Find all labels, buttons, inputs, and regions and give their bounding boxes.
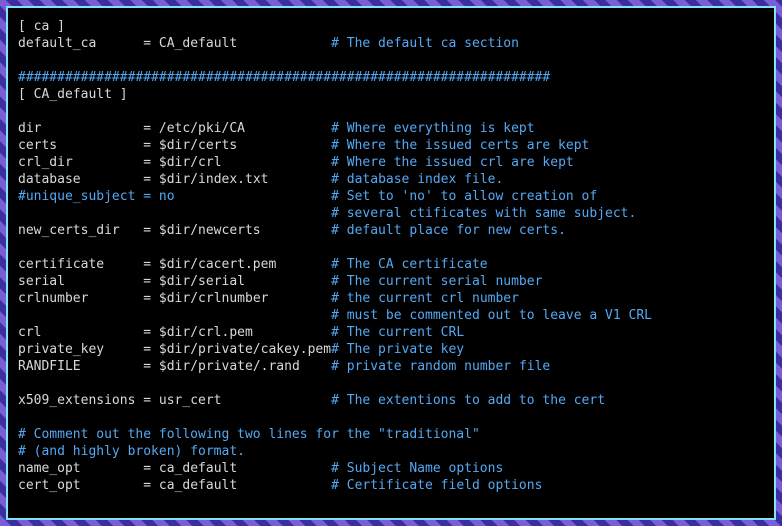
val-database: = $dir/index.txt [143,172,268,187]
cmt-unique-subject-2: # several ctificates with same subject. [331,206,636,221]
val-private-key: = $dir/private/cakey.pem [143,342,331,357]
cmt-crlnumber-2: # must be commented out to leave a V1 CR… [331,308,652,323]
key-private-key: private_key [18,342,104,357]
terminal-content: [ ca ] default_ca = CA_default # The def… [6,6,776,520]
key-serial: serial [18,274,65,289]
val-crl: = $dir/crl.pem [143,325,253,340]
key-dir: dir [18,121,41,136]
section-ca: [ ca ] [18,19,65,34]
key-crl: crl [18,325,41,340]
val-certs: = $dir/certs [143,138,237,153]
cmt-cert-opt: # Certificate field options [331,478,542,493]
divider-hash: ########################################… [18,70,550,85]
cmt-private-key: # The private key [331,342,464,357]
cmt-crlnumber: # the current crl number [331,291,519,306]
key-certs: certs [18,138,57,153]
cmt-traditional-1: # Comment out the following two lines fo… [18,427,480,442]
cmt-traditional-2: # (and highly broken) format. [18,444,245,459]
val-cert-opt: = ca_default [143,478,237,493]
val-dir: = /etc/pki/CA [143,121,245,136]
cmt-dir: # Where everything is kept [331,121,535,136]
key-default-ca: default_ca [18,36,96,51]
key-randfile: RANDFILE [18,359,81,374]
cmt-new-certs-dir: # default place for new certs. [331,223,566,238]
cmt-unique-subject-1: # Set to 'no' to allow creation of [331,189,597,204]
window-frame: [ ca ] default_ca = CA_default # The def… [0,0,782,526]
line-unique-subject: #unique_subject = no [18,189,175,204]
key-crl-dir: crl_dir [18,155,73,170]
key-database: database [18,172,81,187]
val-name-opt: = ca_default [143,461,237,476]
key-name-opt: name_opt [18,461,81,476]
cmt-crl: # The current CRL [331,325,464,340]
val-serial: = $dir/serial [143,274,245,289]
cmt-randfile: # private random number file [331,359,550,374]
key-new-certs-dir: new_certs_dir [18,223,120,238]
key-certificate: certificate [18,257,104,272]
val-new-certs-dir: = $dir/newcerts [143,223,260,238]
val-certificate: = $dir/cacert.pem [143,257,276,272]
cmt-database: # database index file. [331,172,503,187]
cmt-name-opt: # Subject Name options [331,461,503,476]
cmt-serial: # The current serial number [331,274,542,289]
val-default-ca: = CA_default [143,36,237,51]
val-crl-dir: = $dir/crl [143,155,221,170]
key-cert-opt: cert_opt [18,478,81,493]
val-randfile: = $dir/private/.rand [143,359,300,374]
cmt-x509-extensions: # The extentions to add to the cert [331,393,605,408]
key-x509-extensions: x509_extensions [18,393,135,408]
key-crlnumber: crlnumber [18,291,88,306]
cmt-crl-dir: # Where the issued crl are kept [331,155,574,170]
cmt-certificate: # The CA certificate [331,257,488,272]
val-x509-extensions: = usr_cert [143,393,221,408]
val-crlnumber: = $dir/crlnumber [143,291,268,306]
cmt-certs: # Where the issued certs are kept [331,138,589,153]
section-ca-default: [ CA_default ] [18,87,128,102]
cmt-default-ca: # The default ca section [331,36,519,51]
